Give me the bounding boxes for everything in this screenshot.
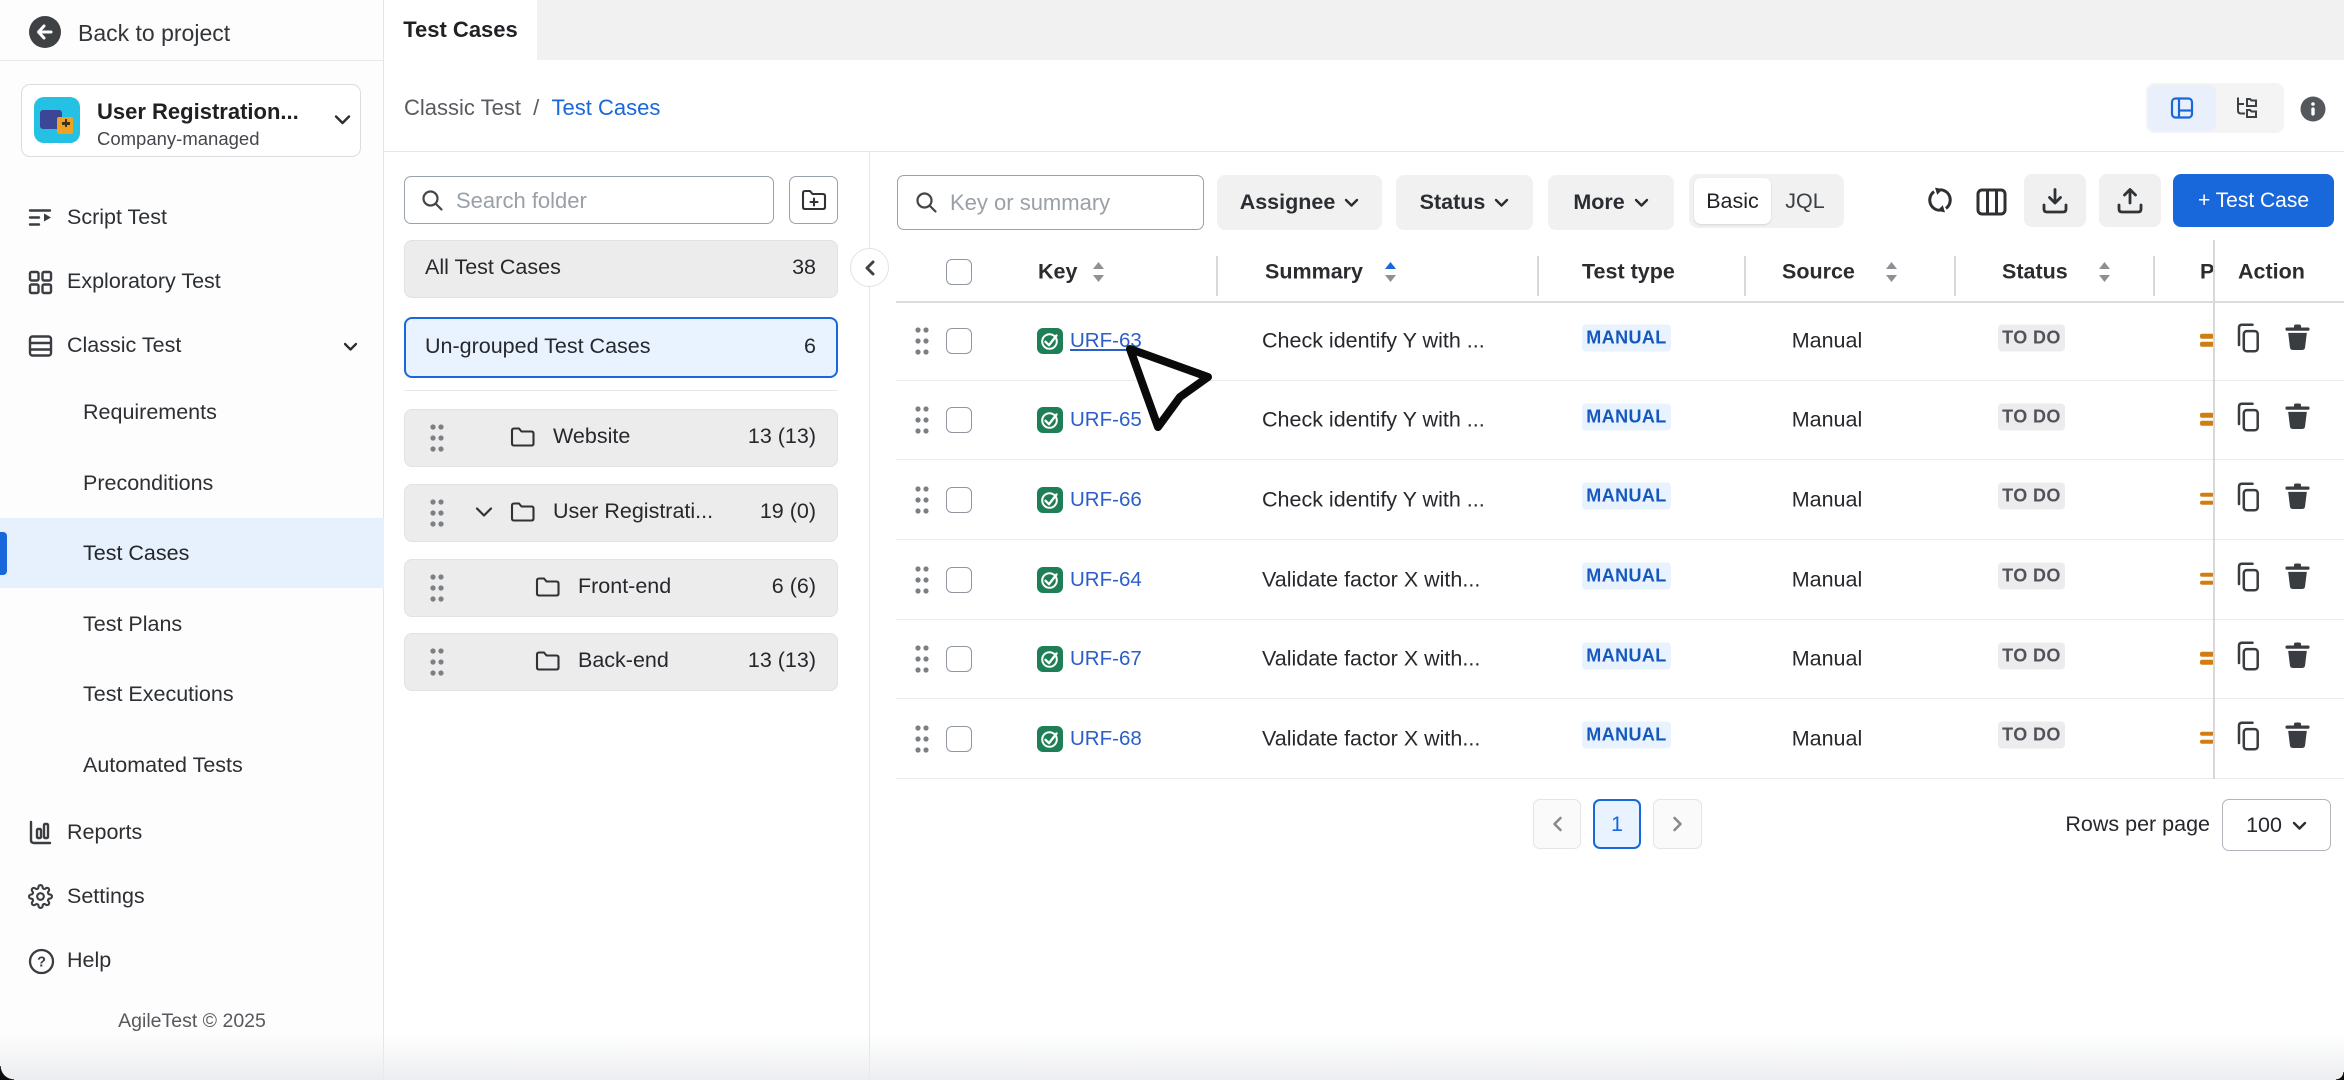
svg-text:?: ? bbox=[37, 955, 46, 971]
